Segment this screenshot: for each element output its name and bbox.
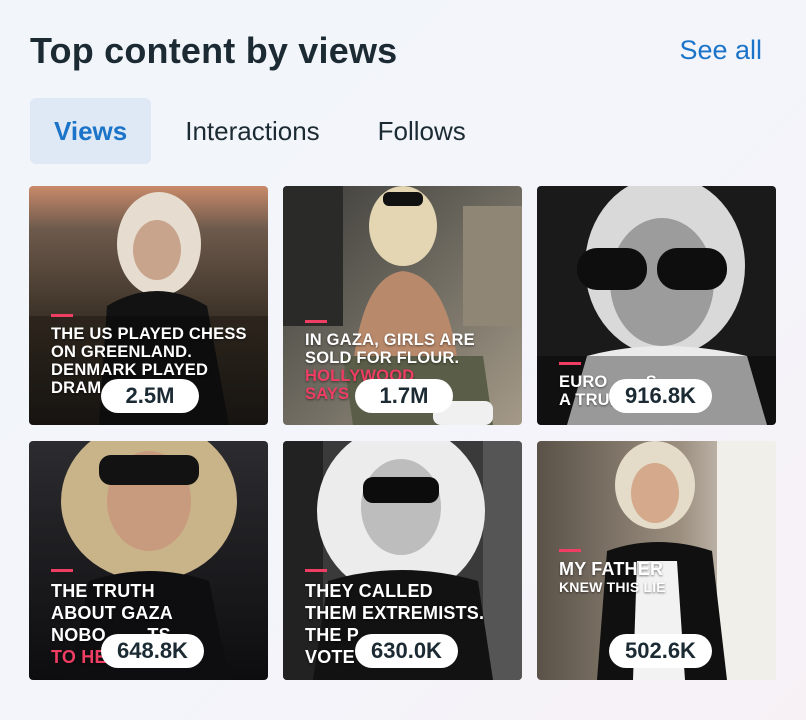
view-count-badge: 1.7M [355,379,453,413]
caption-accent-bar [305,569,327,572]
caption-accent-bar [559,362,581,365]
post-card[interactable]: THE US PLAYED CHESS ON GREENLAND. DENMAR… [29,186,268,425]
section-header: Top content by views See all [30,28,762,76]
metric-tabs: Views Interactions Follows [30,98,500,164]
post-card[interactable]: EURO S A TRUMP 916.8K [537,186,776,425]
content-grid: THE US PLAYED CHESS ON GREENLAND. DENMAR… [29,186,777,680]
post-card[interactable]: IN GAZA, GIRLS ARE SOLD FOR FLOUR. HOLLY… [283,186,522,425]
tab-follows[interactable]: Follows [354,98,490,164]
view-count-badge: 502.6K [609,634,712,668]
see-all-link[interactable]: See all [679,35,762,66]
post-card[interactable]: THE TRUTH ABOUT GAZA NOBO TS TO HE 648.8… [29,441,268,680]
view-count-badge: 916.8K [609,379,712,413]
post-card[interactable]: MY FATHER KNEW THIS LIE 502.6K [537,441,776,680]
caption-accent-bar [559,549,581,552]
caption-accent-bar [51,314,73,317]
caption-accent-bar [51,569,73,572]
section-title: Top content by views [30,30,398,71]
post-card[interactable]: THEY CALLED THEM EXTREMISTS. THE P VOTE … [283,441,522,680]
view-count-badge: 2.5M [101,379,199,413]
tab-views[interactable]: Views [30,98,152,164]
tab-interactions[interactable]: Interactions [161,98,343,164]
caption-accent-bar [305,320,327,323]
view-count-badge: 648.8K [101,634,204,668]
view-count-badge: 630.0K [355,634,458,668]
post-caption: MY FATHER KNEW THIS LIE [559,549,764,596]
